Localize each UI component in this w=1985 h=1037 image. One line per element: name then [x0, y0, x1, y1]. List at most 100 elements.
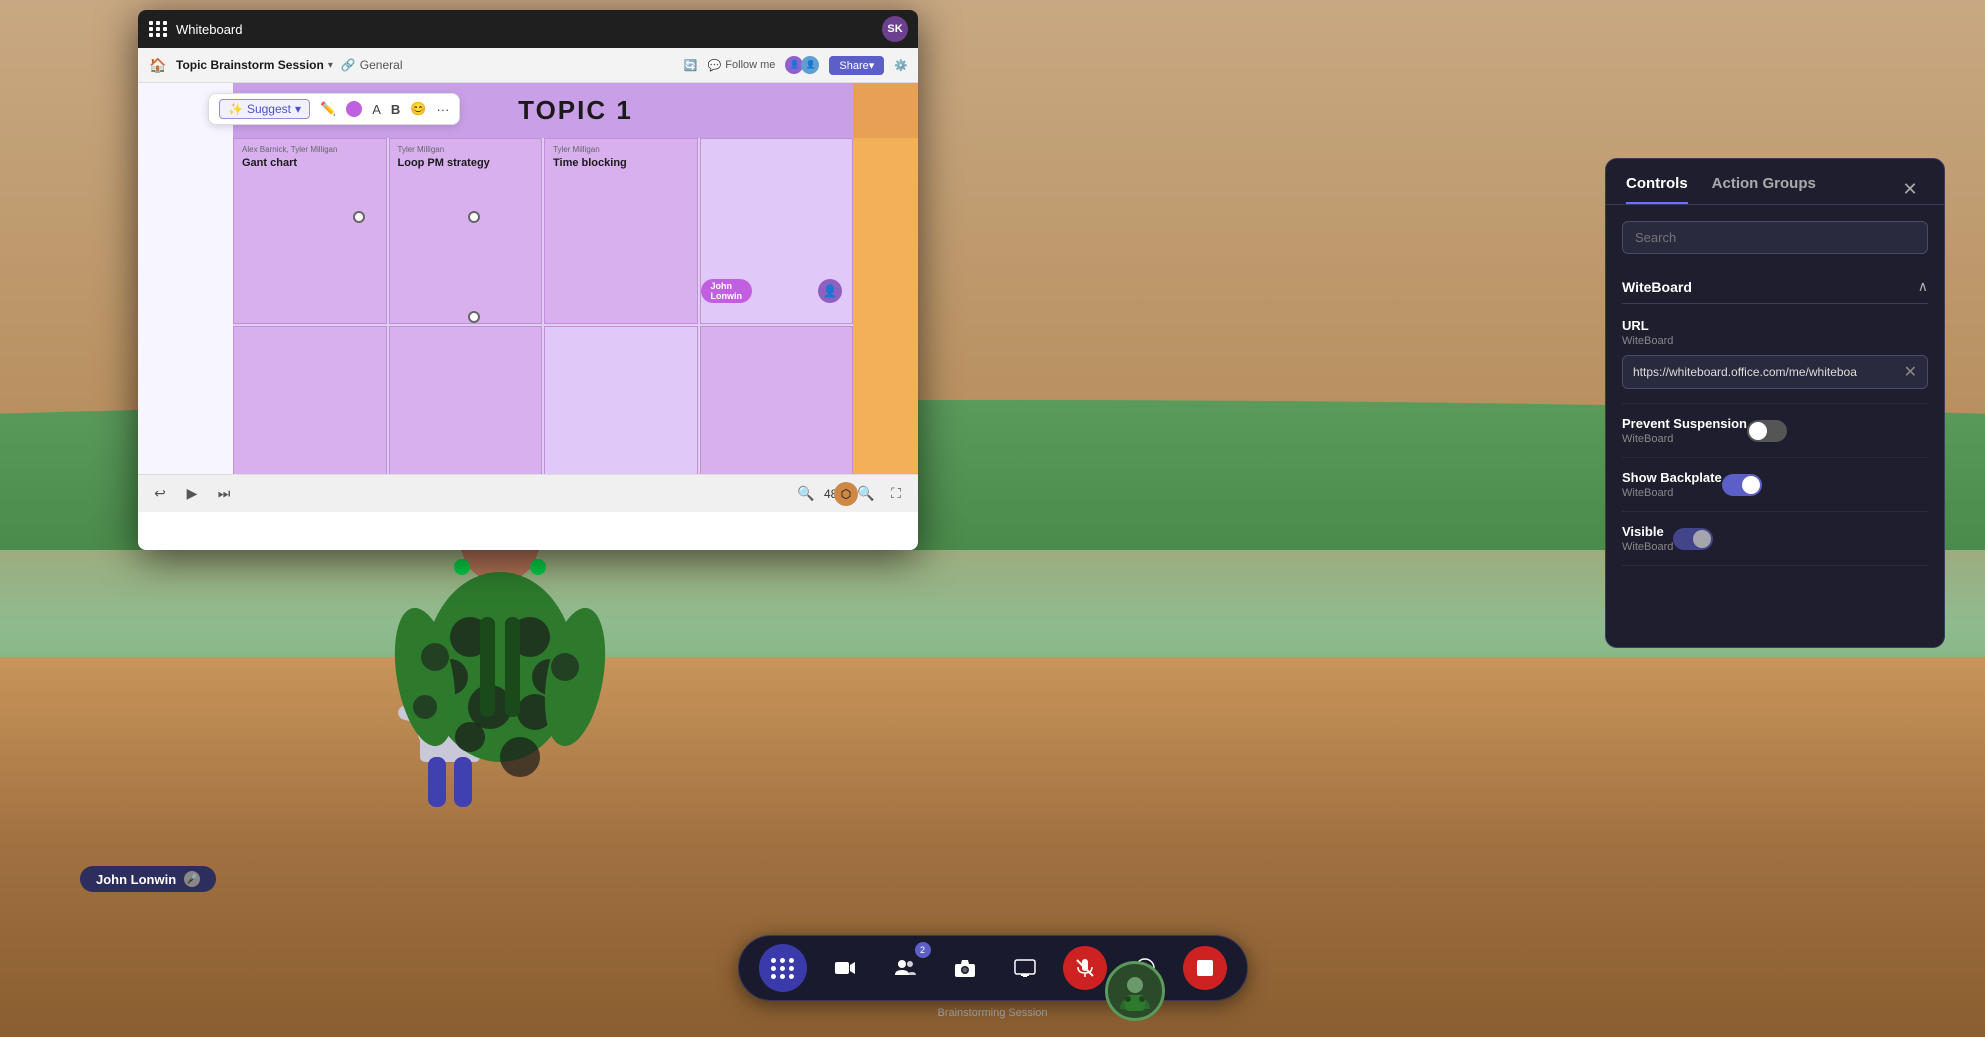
controls-panel: Controls Action Groups ✕ WiteBoard ∧ URL… — [1605, 158, 1945, 648]
handle-tl[interactable] — [353, 211, 365, 223]
bottom-taskbar: 2 — [738, 935, 1248, 1001]
share-button[interactable]: Share▾ — [829, 56, 884, 75]
setting-visible: Visible WiteBoard — [1622, 512, 1928, 566]
setting-url: URL WiteBoard https://whiteboard.office.… — [1622, 304, 1928, 404]
section-title: WiteBoard — [1622, 279, 1918, 295]
session-label: Brainstorming Session — [937, 1007, 1047, 1019]
setting-show-backplate: Show Backplate WiteBoard — [1622, 458, 1928, 512]
recording-button[interactable] — [1183, 946, 1227, 990]
note-author-2: Tyler Milligan — [398, 145, 534, 154]
url-label: URL — [1622, 318, 1928, 333]
section-header-whiteboard[interactable]: WiteBoard ∧ — [1622, 266, 1928, 303]
camera-button[interactable] — [943, 946, 987, 990]
bottom-taskbar-wrapper: 2 — [937, 999, 1047, 1021]
topic-title: TOPIC 1 — [518, 95, 633, 126]
pen-tool[interactable]: ✏️ — [320, 101, 336, 117]
apps-button[interactable] — [759, 944, 807, 992]
url-input-row[interactable]: https://whiteboard.office.com/me/whitebo… — [1622, 355, 1928, 389]
sticky-note-3[interactable]: Tyler Milligan Time blocking — [544, 138, 698, 324]
user-name-text: John Lonwin — [96, 872, 176, 887]
bold-tool[interactable]: B — [391, 102, 400, 117]
setting-prevent-suspension: Prevent Suspension WiteBoard — [1622, 404, 1928, 458]
more-tool[interactable]: ··· — [436, 102, 449, 117]
general-label: General — [360, 58, 403, 72]
user-avatar-sk: SK — [882, 16, 908, 42]
panel-close-button[interactable]: ✕ — [1896, 176, 1924, 204]
canvas-user-label: John Lonwin — [701, 279, 753, 303]
show-backplate-sub: WiteBoard — [1622, 487, 1722, 499]
note-title-1: Gant chart — [242, 157, 378, 169]
text-tool[interactable]: A — [372, 102, 381, 117]
visible-toggle[interactable] — [1673, 528, 1713, 550]
fit-screen-button[interactable]: ⛶ — [884, 482, 908, 506]
breadcrumb: Topic Brainstorm Session ▾ — [176, 58, 333, 72]
panel-content: WiteBoard ∧ URL WiteBoard https://whiteb… — [1606, 266, 1944, 647]
session-label-wrapper: Brainstorming Session — [937, 1003, 1047, 1021]
user-name-label: John Lonwin 🎤 — [80, 866, 216, 892]
breadcrumb-sub: 🔗 General — [341, 58, 403, 72]
session-breadcrumb[interactable]: Topic Brainstorm Session — [176, 58, 324, 72]
toolbar-right: 🔄 💬 Follow me 👤 👤 Share▾ ⚙️ — [684, 56, 908, 75]
video-button[interactable] — [823, 946, 867, 990]
people-count: 2 — [915, 942, 931, 958]
visible-sub: WiteBoard — [1622, 541, 1673, 553]
breadcrumb-chevron: ▾ — [328, 60, 333, 71]
prevent-suspension-label: Prevent Suspension — [1622, 416, 1747, 431]
sticky-notes-grid: Alex Barnick, Tyler Milligan Gant chart … — [233, 138, 853, 512]
circle-tool[interactable] — [346, 101, 362, 117]
emoji-tool[interactable]: 😊 — [410, 101, 426, 117]
screen-button[interactable] — [1003, 946, 1047, 990]
whiteboard-bottom-bar: ↩ ▶ ⏭ 🔍 48% 🔍 ⛶ ⬡ — [138, 474, 918, 512]
note-author-1: Alex Barnick, Tyler Milligan — [242, 145, 378, 154]
app-title: Whiteboard — [176, 22, 242, 37]
url-sublabel: WiteBoard — [1622, 335, 1928, 347]
whiteboard-toolbar: 🏠 Topic Brainstorm Session ▾ 🔗 General 🔄… — [138, 48, 918, 83]
whiteboard-titlebar: Whiteboard SK — [138, 10, 918, 48]
note-author-3: Tyler Milligan — [553, 145, 689, 154]
orange-sidebar — [853, 83, 918, 512]
panel-header-divider — [1606, 204, 1944, 205]
drawing-toolbar: ✨ Suggest ▾ ✏️ A B 😊 ··· — [208, 93, 460, 125]
refresh-button[interactable]: 🔄 — [684, 59, 698, 72]
handle-tr[interactable] — [468, 211, 480, 223]
user-avatar-bottom[interactable] — [1105, 961, 1165, 1021]
sticky-note-1[interactable]: Alex Barnick, Tyler Milligan Gant chart — [233, 138, 387, 324]
url-value: https://whiteboard.office.com/me/whitebo… — [1633, 365, 1896, 379]
play-button[interactable]: ▶ — [180, 482, 204, 506]
canvas-avatar-area: 👤 John Lonwin — [818, 279, 842, 303]
suggest-button[interactable]: ✨ Suggest ▾ — [219, 99, 310, 119]
sticky-note-2[interactable]: Tyler Milligan Loop PM strategy — [389, 138, 543, 324]
search-input[interactable] — [1622, 221, 1928, 254]
url-clear-button[interactable]: ✕ — [1904, 362, 1917, 382]
people-button[interactable]: 2 — [883, 946, 927, 990]
sticky-note-4[interactable]: 👤 John Lonwin — [700, 138, 854, 324]
home-button[interactable]: 🏠 — [148, 55, 168, 75]
show-backplate-toggle[interactable] — [1722, 474, 1762, 496]
prevent-suspension-toggle[interactable] — [1747, 420, 1787, 442]
zoom-out-button[interactable]: 🔍 — [794, 482, 818, 506]
heart-icon: 🔗 — [341, 58, 356, 72]
toggle-knob — [1749, 422, 1767, 440]
prevent-suspension-sub: WiteBoard — [1622, 433, 1747, 445]
note-title-2: Loop PM strategy — [398, 157, 534, 169]
whiteboard-canvas[interactable]: ✨ Suggest ▾ ✏️ A B 😊 ··· TOPIC 1 — [138, 83, 918, 512]
follow-me-button[interactable]: 💬 Follow me — [708, 59, 776, 72]
note-title-3: Time blocking — [553, 157, 689, 169]
panel-header: Controls Action Groups ✕ — [1606, 159, 1944, 204]
apps-grid-icon[interactable] — [148, 19, 168, 39]
forward-button[interactable]: ⏭ — [212, 482, 236, 506]
handle-mid[interactable] — [468, 311, 480, 323]
toggle-knob-3 — [1693, 530, 1711, 548]
avatars-button[interactable]: 👤 👤 — [785, 56, 819, 74]
undo-button[interactable]: ↩ — [148, 482, 172, 506]
whiteboard-window: Whiteboard SK 🏠 Topic Brainstorm Session… — [138, 10, 918, 550]
tab-controls[interactable]: Controls — [1626, 175, 1688, 204]
toggle-knob-2 — [1742, 476, 1760, 494]
mic-button[interactable] — [1063, 946, 1107, 990]
show-backplate-label: Show Backplate — [1622, 470, 1722, 485]
mic-icon[interactable]: 🎤 — [184, 871, 200, 887]
settings-button[interactable]: ⚙️ — [894, 59, 908, 72]
section-chevron-up: ∧ — [1918, 278, 1928, 295]
visible-label: Visible — [1622, 524, 1673, 539]
tab-action-groups[interactable]: Action Groups — [1712, 175, 1816, 204]
